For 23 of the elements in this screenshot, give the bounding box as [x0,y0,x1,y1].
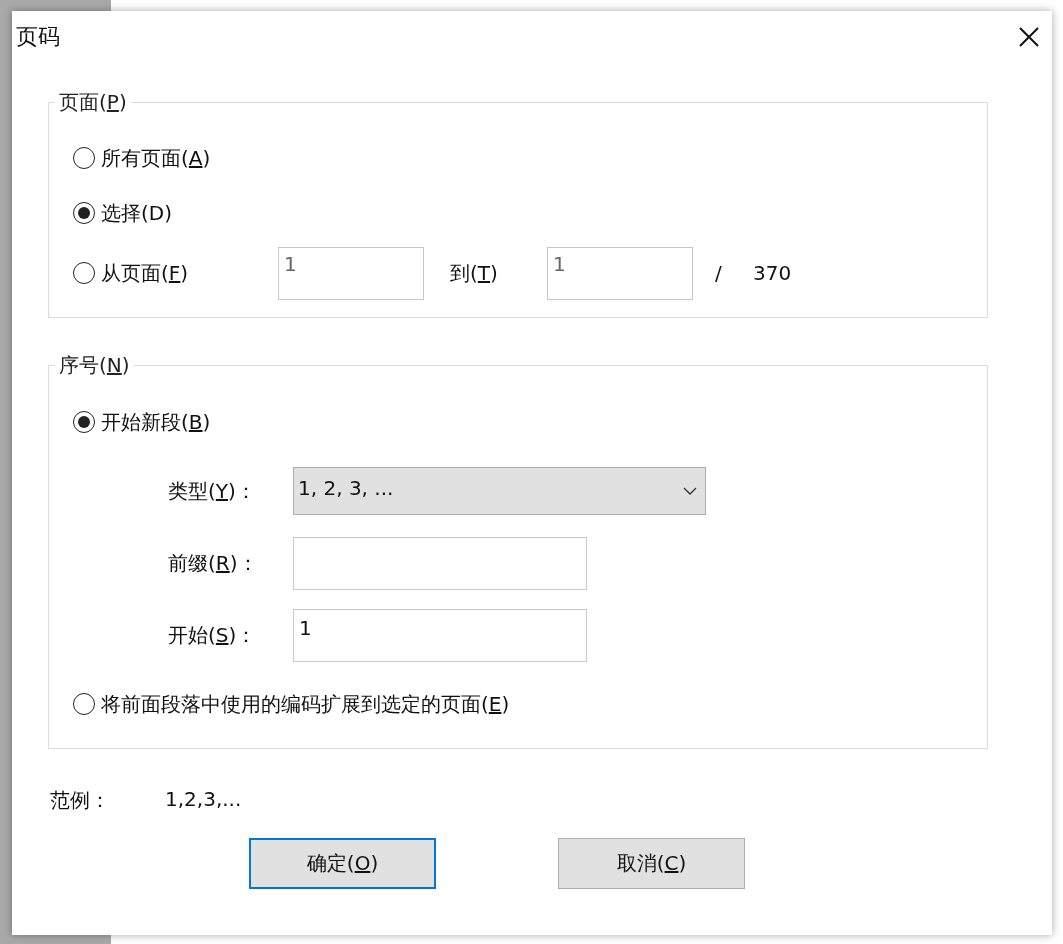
to-label: 到(T) [449,259,499,287]
radio-button[interactable]: 将前面段落中使用的编码扩展到选定的页面(E) [73,690,510,718]
separator-text: / [714,261,723,285]
field-label: 类型(Y)： [168,477,257,505]
type-dropdown[interactable]: 1, 2, 3, ... [293,467,706,515]
example-label: 范例： [50,787,111,814]
example-value: 1,2,3,... [165,787,242,813]
field-label: 前缀(R)： [168,549,259,577]
text-field[interactable] [293,536,587,590]
radio-button[interactable]: 所有页面(A) [73,144,211,172]
caret-icon [683,487,697,495]
text-field[interactable]: 1 [293,608,587,662]
cancel-button[interactable]: 取消(C) [558,838,745,889]
page-from-field[interactable]: 1 [278,246,424,300]
radio-button[interactable]: 选择(D) [73,199,172,227]
field-label: 开始(S)： [168,621,258,649]
ok-button[interactable]: 确定(O) [249,838,436,889]
page-to-field[interactable]: 1 [547,246,693,300]
window-title: 页码 [16,23,60,51]
radio-button[interactable]: 开始新段(B) [73,408,211,436]
radio-button[interactable]: 从页面(F) [73,259,278,287]
close-icon[interactable] [1018,26,1040,48]
page-total-text: 370 [753,261,792,285]
